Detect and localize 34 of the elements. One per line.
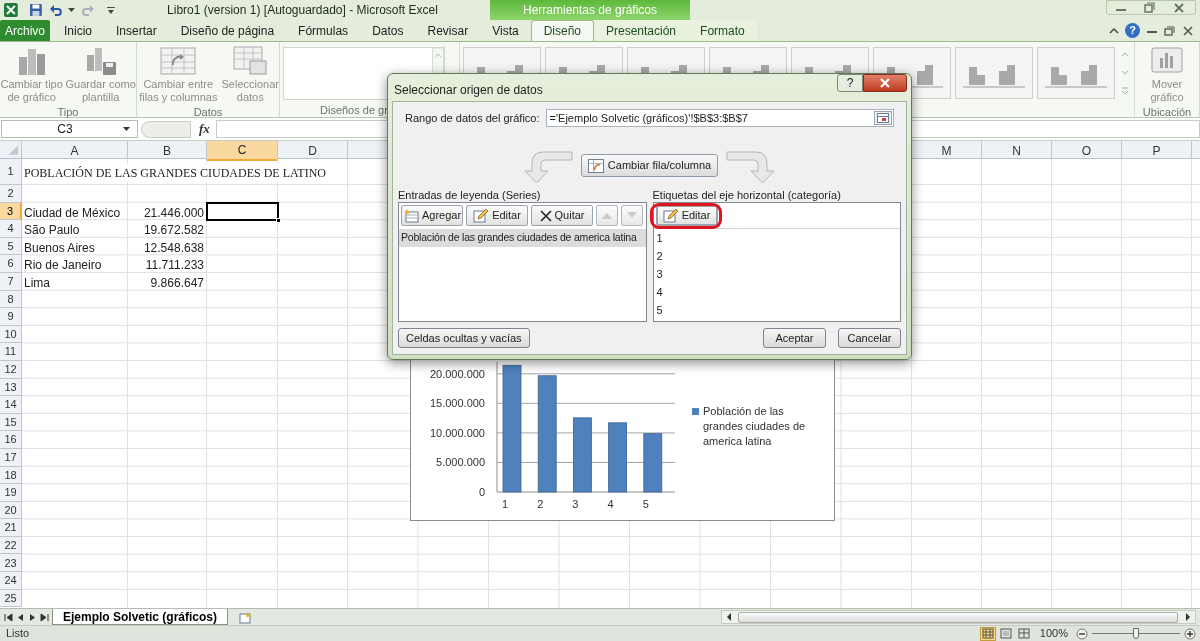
- axis-label: 15.000.000: [429, 397, 485, 410]
- axis-label: 2: [537, 498, 544, 510]
- table-cell-text: Buenos Aires: [24, 239, 95, 257]
- status-text: Listo: [5, 626, 30, 641]
- table-cell-text: 21.446.000: [143, 204, 204, 222]
- axis-label: 3: [572, 498, 579, 510]
- axis-label: 10.000.000: [429, 426, 485, 439]
- group-label: Tipo: [56, 105, 80, 119]
- dialog-title: Seleccionar origen de datos: [394, 82, 543, 99]
- table-cell: POBLACIÓN DE LAS GRANDES CIUDADES DE LATINO: [24, 164, 328, 182]
- range-label: Rango de datos del gráfico:: [405, 110, 540, 126]
- contextual-group-label: Herramientas de gráficos: [490, 0, 690, 20]
- axis-label: 4: [607, 498, 614, 510]
- window-title: Libro1 (version 1) [Autoguardado] - Microsoft Excel: [166, 2, 439, 19]
- axis-label: 20.000.000: [429, 367, 485, 380]
- table-cell-text: 12.548.638: [143, 239, 204, 257]
- group-label: Diseños de gr: [319, 103, 389, 117]
- panel-label: Etiquetas del eje horizontal (categoría): [652, 188, 842, 202]
- table-cell-text: 11.711.233: [145, 257, 204, 275]
- table-cell-text: Lima: [24, 274, 50, 292]
- axis-label: 0: [478, 486, 485, 498]
- axis-label: 5: [642, 498, 649, 510]
- axis-label: 1: [501, 498, 509, 510]
- table-cell-text: 9.866.647: [150, 274, 204, 292]
- group-label: Datos: [192, 105, 224, 119]
- panel-label: Entradas de leyenda (Series): [398, 188, 542, 202]
- axis-label: 5.000.000: [436, 456, 485, 469]
- zoom-level: 100%: [1039, 626, 1068, 641]
- table-cell-text: Rio de Janeiro: [24, 257, 102, 275]
- group-label: Ubicación: [1141, 105, 1193, 119]
- table-cell-text: 19.672.582: [143, 222, 204, 240]
- legend-label: Población de las grandes ciudades de america latina: [703, 404, 807, 449]
- table-cell-text: São Paulo: [24, 222, 80, 240]
- table-cell-text: Ciudad de México: [24, 204, 121, 222]
